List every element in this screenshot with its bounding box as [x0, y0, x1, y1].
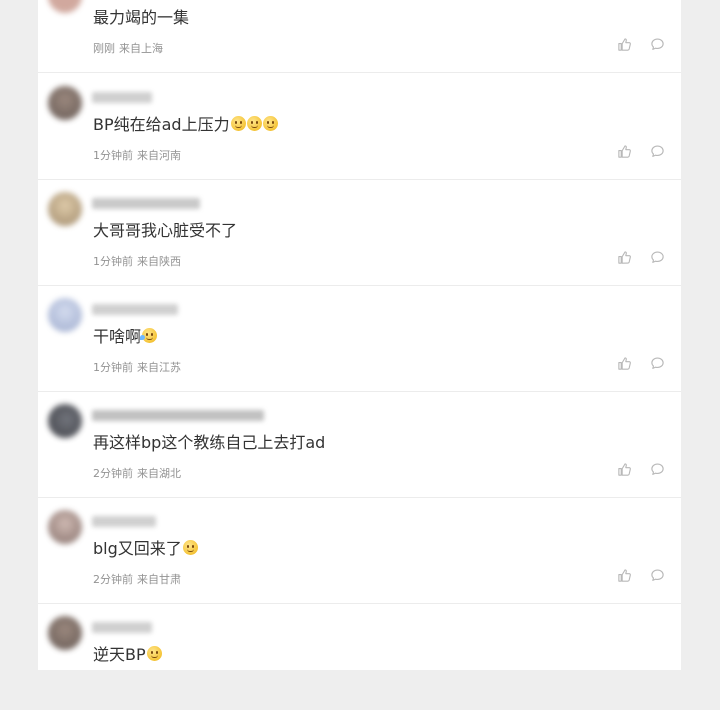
username[interactable] — [92, 516, 156, 527]
comment-bubble-icon — [650, 463, 664, 475]
comment-bubble-icon — [650, 38, 664, 50]
comment-item: 逆天BP — [38, 604, 681, 710]
reply-button[interactable] — [648, 566, 666, 584]
like-button[interactable] — [615, 460, 633, 478]
avatar[interactable] — [48, 404, 82, 438]
username[interactable] — [92, 304, 178, 315]
comment-bubble-icon — [650, 251, 664, 263]
comment-time: 1分钟前 — [93, 255, 133, 268]
comment-meta: 1分钟前 来自河南 — [93, 147, 181, 163]
comment-text: 再这样bp这个教练自己上去打ad — [93, 433, 326, 452]
like-button[interactable] — [615, 35, 633, 53]
comment-location: 来自河南 — [137, 149, 181, 162]
comment-location: 来自湖北 — [137, 467, 181, 480]
avatar[interactable] — [48, 0, 82, 13]
comment-meta: 刚刚 来自上海 — [93, 40, 163, 56]
username[interactable] — [92, 622, 152, 633]
smile-emoji — [230, 116, 246, 131]
comment-meta: 2分钟前 来自湖北 — [93, 465, 181, 481]
reply-button[interactable] — [648, 460, 666, 478]
comment-text: 干啥啊 — [93, 326, 158, 348]
smile-emoji — [146, 646, 162, 661]
like-button[interactable] — [615, 142, 633, 160]
comment-time: 2分钟前 — [93, 467, 133, 480]
thumbs-up-icon — [617, 37, 631, 51]
smile-emoji — [246, 116, 262, 131]
thumbs-up-icon — [617, 568, 631, 582]
smile-emoji — [182, 540, 198, 555]
comment-item: blg又回来了 2分钟前 来自甘肃 — [38, 498, 681, 604]
comment-item: 最力竭的一集 刚刚 来自上海 — [38, 0, 681, 73]
comment-bubble-icon — [650, 145, 664, 157]
comment-location: 来自陕西 — [137, 255, 181, 268]
laugh-cry-emoji — [140, 328, 158, 343]
reply-button[interactable] — [648, 142, 666, 160]
thumbs-up-icon — [617, 250, 631, 264]
comment-time: 刚刚 — [93, 42, 115, 55]
avatar[interactable] — [48, 192, 82, 226]
avatar[interactable] — [48, 298, 82, 332]
like-button[interactable] — [615, 354, 633, 372]
comment-item: 干啥啊 1分钟前 来自江苏 — [38, 286, 681, 392]
comment-bubble-icon — [650, 357, 664, 369]
comment-item: 大哥哥我心脏受不了 1分钟前 来自陕西 — [38, 180, 681, 286]
username[interactable] — [92, 410, 264, 421]
comment-location: 来自上海 — [119, 42, 163, 55]
reply-button[interactable] — [648, 248, 666, 266]
reply-button[interactable] — [648, 354, 666, 372]
comment-location: 来自江苏 — [137, 361, 181, 374]
comment-bubble-icon — [650, 569, 664, 581]
comment-time: 1分钟前 — [93, 149, 133, 162]
comment-text: BP纯在给ad上压力 — [93, 114, 278, 136]
avatar[interactable] — [48, 510, 82, 544]
avatar[interactable] — [48, 86, 82, 120]
comment-time: 1分钟前 — [93, 361, 133, 374]
comment-meta: 1分钟前 来自江苏 — [93, 359, 181, 375]
thumbs-up-icon — [617, 144, 631, 158]
avatar[interactable] — [48, 616, 82, 650]
username[interactable] — [92, 92, 152, 103]
comment-list: 最力竭的一集 刚刚 来自上海 BP纯在给ad上压力 1分钟前 来自河南 大哥哥我心脏… — [38, 0, 681, 670]
comment-text: blg又回来了 — [93, 538, 198, 560]
reply-button[interactable] — [648, 35, 666, 53]
thumbs-up-icon — [617, 356, 631, 370]
comment-meta: 2分钟前 来自甘肃 — [93, 571, 181, 587]
like-button[interactable] — [615, 248, 633, 266]
comment-text: 大哥哥我心脏受不了 — [93, 221, 238, 240]
smile-emoji — [262, 116, 278, 131]
username[interactable] — [92, 198, 200, 209]
comment-location: 来自甘肃 — [137, 573, 181, 586]
comment-text: 最力竭的一集 — [93, 8, 190, 27]
thumbs-up-icon — [617, 462, 631, 476]
comment-item: 再这样bp这个教练自己上去打ad 2分钟前 来自湖北 — [38, 392, 681, 498]
comment-text: 逆天BP — [93, 644, 162, 666]
comment-item: BP纯在给ad上压力 1分钟前 来自河南 — [38, 74, 681, 180]
comment-time: 2分钟前 — [93, 573, 133, 586]
comment-meta: 1分钟前 来自陕西 — [93, 253, 181, 269]
like-button[interactable] — [615, 566, 633, 584]
